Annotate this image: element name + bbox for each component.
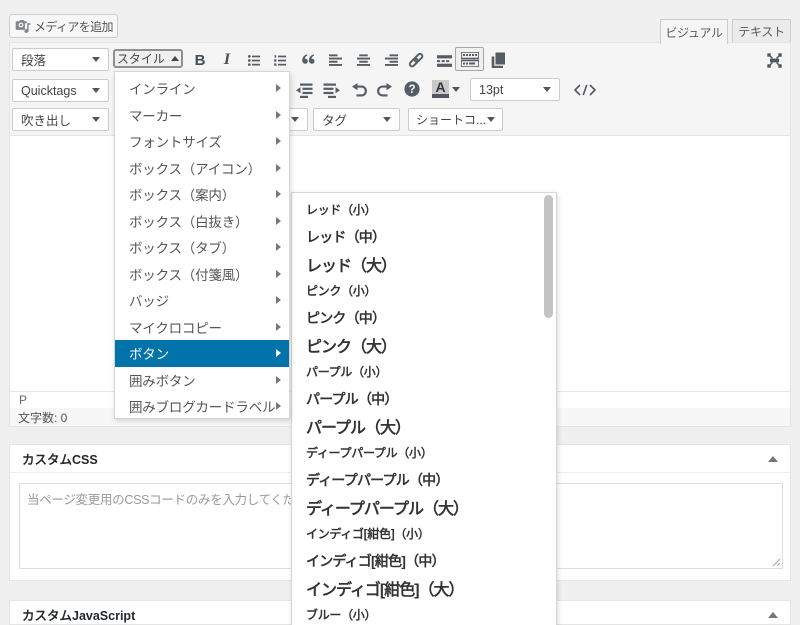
svg-text:?: ? [408, 84, 415, 96]
